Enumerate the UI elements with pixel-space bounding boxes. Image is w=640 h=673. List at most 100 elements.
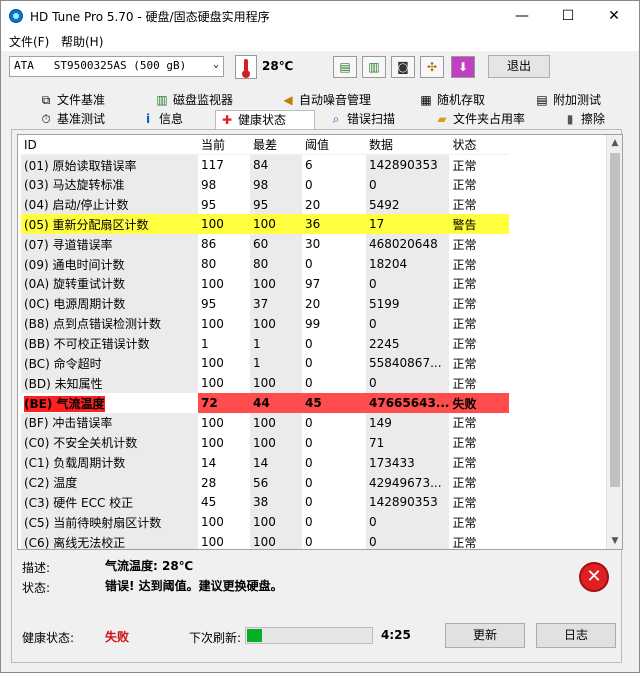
- cell-data: 47665643...: [366, 393, 450, 414]
- health-cross-icon: ✚: [221, 113, 233, 127]
- cell-current: 100: [201, 535, 224, 550]
- tab-random-access[interactable]: ▦ 随机存取: [415, 91, 485, 110]
- maximize-button[interactable]: ☐: [545, 1, 591, 31]
- column-header-id[interactable]: ID: [21, 135, 198, 156]
- cell-worst: 38: [250, 492, 302, 513]
- status-label: 状态:: [22, 581, 51, 595]
- tab-folder-usage[interactable]: ▰ 文件夹占用率: [431, 110, 525, 129]
- drive-select[interactable]: ATA ST9500325AS (500 gB) ⌄: [9, 56, 224, 77]
- menu-bar: 文件(F) 帮助(H): [1, 31, 639, 51]
- menu-help[interactable]: 帮助(H): [61, 33, 103, 50]
- cell-data: 5492: [366, 194, 450, 215]
- tab-benchmark[interactable]: ⏱ 基准测试: [35, 110, 105, 129]
- cell-worst: 100: [250, 413, 302, 433]
- cell-data: 55840867...: [366, 353, 450, 374]
- cell-current: 80: [201, 257, 217, 272]
- cell-data: 0: [366, 532, 450, 549]
- table-row[interactable]: (BE) 气流温度 72 44 45 47665643... 失败: [21, 393, 510, 414]
- title-bar: HD Tune Pro 5.70 - 硬盘/固态硬盘实用程序 — ☐ ✕: [1, 1, 639, 31]
- cell-worst: 100: [250, 432, 302, 453]
- log-button[interactable]: 日志: [536, 623, 616, 648]
- copy-icon[interactable]: ▤: [333, 56, 357, 78]
- cell-current: 72: [198, 393, 250, 414]
- chevron-down-icon: ⌄: [212, 59, 219, 70]
- info-icon: i: [145, 112, 151, 126]
- magnifier-icon: ⌕: [332, 112, 340, 126]
- close-button[interactable]: ✕: [591, 1, 637, 31]
- table-row[interactable]: (BD) 未知属性 100 100 0 0 正常: [21, 373, 509, 394]
- menu-file[interactable]: 文件(F): [9, 33, 49, 50]
- cell-worst: 98: [250, 174, 302, 195]
- scrollbar-thumb[interactable]: [610, 153, 620, 487]
- tab-error-scan[interactable]: ⌕ 错误扫描: [325, 110, 395, 129]
- save-icon[interactable]: ⬇: [451, 56, 475, 78]
- cell-threshold: 20: [305, 197, 321, 212]
- cell-worst: 84: [250, 154, 302, 175]
- camera-icon[interactable]: ◙: [391, 56, 415, 78]
- column-header-threshold[interactable]: 阈值: [302, 135, 366, 156]
- tab-label: 擦除: [581, 112, 606, 126]
- tab-health[interactable]: ✚ 健康状态: [215, 110, 315, 129]
- tab-aam[interactable]: ◀ 自动噪音管理: [277, 91, 371, 110]
- scroll-down-icon[interactable]: ▼: [607, 533, 622, 549]
- copy-info-icon[interactable]: ▥: [362, 56, 386, 78]
- tab-label: 自动噪音管理: [299, 93, 372, 107]
- refresh-label: 下次刷新:: [189, 631, 242, 645]
- table-row[interactable]: (0C) 电源周期计数 95 37 20 5199 正常: [21, 293, 509, 314]
- cell-status: 正常: [452, 515, 477, 530]
- cell-id: (BD) 未知属性: [21, 373, 198, 394]
- scroll-up-icon[interactable]: ▲: [607, 135, 622, 151]
- speaker-icon: ◀: [283, 93, 293, 107]
- cell-id: (04) 启动/停止计数: [21, 194, 198, 215]
- tab-erase[interactable]: ▮ 擦除: [559, 110, 605, 129]
- cell-current: 100: [201, 276, 224, 291]
- options-icon[interactable]: ✣: [420, 56, 444, 78]
- table-row[interactable]: (C3) 硬件 ECC 校正 45 38 0 142890353 正常: [21, 492, 509, 513]
- folder-icon: ▰: [437, 112, 447, 126]
- refresh-button[interactable]: 更新: [445, 623, 525, 648]
- table-row[interactable]: (0A) 旋转重试计数 100 100 97 0 正常: [21, 274, 509, 294]
- table-row[interactable]: (BF) 冲击错误率 100 100 0 149 正常: [21, 413, 509, 433]
- table-row[interactable]: (BC) 命令超时 100 1 0 55840867... 正常: [21, 353, 509, 374]
- tab-label: 磁盘监视器: [173, 93, 234, 107]
- tab-info[interactable]: i 信息: [137, 110, 183, 129]
- table-header-row: ID 当前 最差 阈值 数据 状态: [21, 135, 510, 156]
- table-row[interactable]: (C0) 不安全关机计数 100 100 0 71 正常: [21, 432, 509, 453]
- health-label: 健康状态:: [22, 631, 75, 645]
- table-row[interactable]: (C5) 当前待映射扇区计数 100 100 0 0 正常: [21, 512, 509, 533]
- tab-disk-monitor[interactable]: ▥ 磁盘监视器: [151, 91, 233, 110]
- table-scrollbar[interactable]: ▲ ▼: [606, 135, 622, 549]
- table-row[interactable]: (03) 马达旋转标准 98 98 0 0 正常: [21, 174, 509, 195]
- table-row[interactable]: (09) 通电时间计数 80 80 0 18204 正常: [21, 254, 509, 275]
- tab-file-benchmark[interactable]: ⧉ 文件基准: [35, 91, 105, 110]
- cell-status: 正常: [452, 158, 477, 173]
- tab-row-top: ⧉ 文件基准 ▥ 磁盘监视器 ◀ 自动噪音管理 ▦ 随机存取 ▤ 附加测试: [11, 91, 613, 110]
- table-row[interactable]: (01) 原始读取错误率 117 84 6 142890353 正常: [21, 154, 509, 175]
- cell-current: 14: [201, 455, 217, 470]
- table-row[interactable]: (BB) 不可校正错误计数 1 1 0 2245 正常: [21, 333, 509, 354]
- tab-label: 错误扫描: [347, 112, 396, 126]
- table-row[interactable]: (C2) 温度 28 56 0 42949673... 正常: [21, 472, 509, 493]
- smart-table[interactable]: ID 当前 最差 阈值 数据 状态 (01) 原始读取错误率 117 84 6 1428…: [17, 134, 623, 550]
- cell-threshold: 99: [305, 316, 321, 331]
- cell-status: 正常: [452, 277, 477, 292]
- cell-status: 正常: [452, 476, 477, 491]
- column-header-worst[interactable]: 最差: [250, 135, 302, 156]
- cell-current: 100: [201, 316, 224, 331]
- table-row[interactable]: (C1) 负载周期计数 14 14 0 173433 正常: [21, 452, 509, 473]
- tab-extra-tests[interactable]: ▤ 附加测试: [531, 91, 601, 110]
- cell-id: (03) 马达旋转标准: [21, 174, 198, 195]
- cell-current: 100: [201, 515, 224, 530]
- column-header-current[interactable]: 当前: [198, 135, 250, 156]
- column-header-status[interactable]: 状态: [449, 135, 510, 156]
- table-row[interactable]: (07) 寻道错误率 86 60 30 468020648 正常: [21, 234, 509, 255]
- exit-button[interactable]: 退出: [488, 55, 550, 78]
- table-row[interactable]: (04) 启动/停止计数 95 95 20 5492 正常: [21, 194, 509, 215]
- column-header-data[interactable]: 数据: [366, 135, 450, 156]
- table-row[interactable]: (B8) 点到点错误检测计数 100 100 99 0 正常: [21, 313, 509, 334]
- tab-row-bottom: ⏱ 基准测试 i 信息 ✚ 健康状态 ⌕ 错误扫描 ▰ 文件夹占用率 ▮ 擦除: [11, 110, 613, 129]
- cell-status: 正常: [452, 178, 477, 193]
- table-row[interactable]: (05) 重新分配扇区计数 100 100 36 17 警告: [21, 214, 510, 235]
- minimize-button[interactable]: —: [499, 1, 545, 31]
- table-row[interactable]: (C6) 离线无法校正 100 100 0 0 正常: [21, 532, 509, 550]
